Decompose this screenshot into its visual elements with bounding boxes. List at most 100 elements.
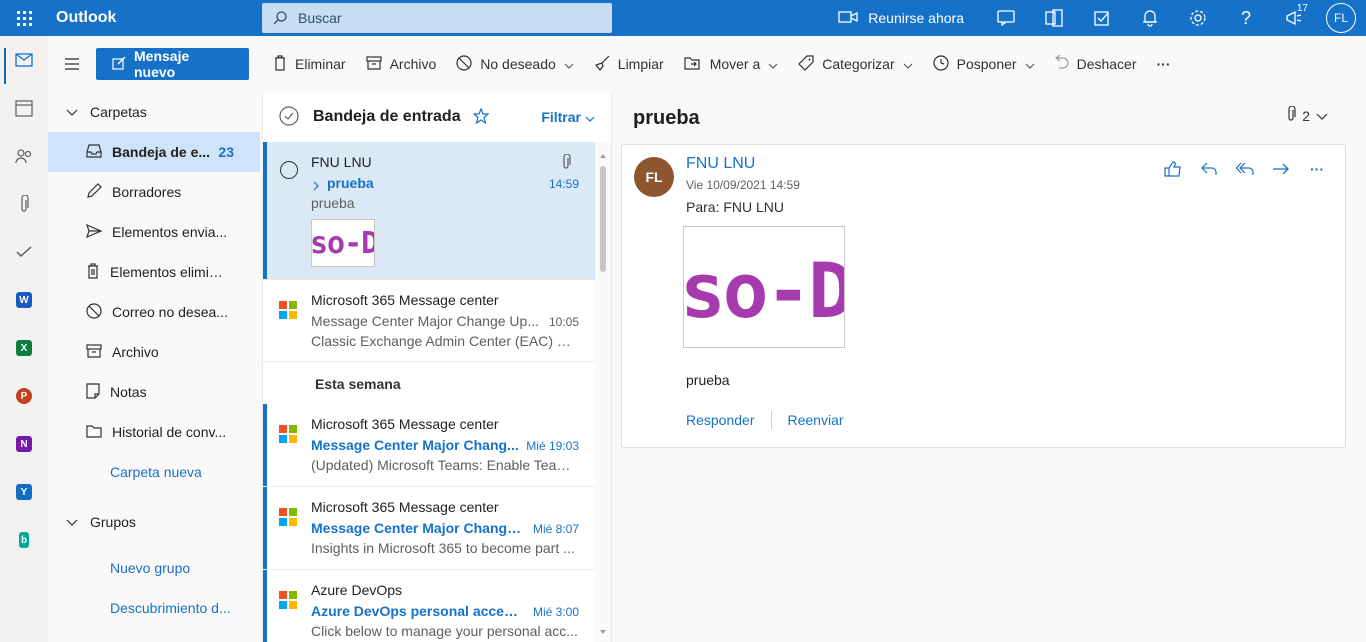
folder-archive[interactable]: Archivo [48,332,262,372]
folder-conversation-history[interactable]: Historial de conv... [48,412,262,452]
discover-groups-label: Descubrimiento d... [110,600,231,616]
office-icon[interactable] [1030,0,1078,36]
scroll-up-icon[interactable] [599,146,607,162]
search-input[interactable]: Buscar [262,3,612,33]
like-icon[interactable] [1163,159,1183,179]
attachment-count[interactable]: 2 [1286,105,1328,125]
note-icon [86,382,100,402]
snooze-button[interactable]: Posponer [923,48,1045,80]
folder-deleted[interactable]: Elementos elimin... [48,252,262,292]
gear-icon[interactable] [1174,0,1222,36]
chat-icon[interactable] [982,0,1030,36]
message-list-scrollbar[interactable] [595,142,611,642]
trash-icon [86,262,100,282]
forward-button[interactable]: Reenviar [788,412,844,428]
forward-icon[interactable] [1271,159,1291,179]
reply-icon[interactable] [1199,159,1219,179]
bookings-app-icon[interactable]: b [0,516,48,564]
excel-app-icon[interactable]: X [0,324,48,372]
new-message-button[interactable]: Mensaje nuevo [96,48,249,80]
reply-button[interactable]: Responder [686,412,755,428]
chevron-down-icon [768,56,778,72]
folder-notes[interactable]: Notas [48,372,262,412]
message-item[interactable]: Microsoft 365 Message center Message Cen… [263,404,595,487]
folder-drafts[interactable]: Borradores [48,172,262,212]
message-item[interactable]: FNU LNU prueba 14:59 prueba so-D [263,142,595,280]
todo-icon[interactable] [1078,0,1126,36]
folders-section-title: Carpetas [90,104,147,120]
folder-sent[interactable]: Elementos envia... [48,212,262,252]
archive-icon [86,343,102,361]
groups-section-header[interactable]: Grupos [48,502,262,542]
message-subject: Message Center Major Chang... [311,437,519,453]
undo-button[interactable]: Deshacer [1045,48,1147,80]
inline-image-text: so-D [683,246,845,335]
folder-inbox[interactable]: Bandeja de e... 23 [48,132,260,172]
move-to-button[interactable]: Mover a [674,48,789,80]
chevron-down-icon [1025,56,1035,72]
discover-groups-link[interactable]: Descubrimiento d... [48,588,262,628]
reply-all-icon[interactable] [1235,159,1255,179]
mail-app-icon[interactable] [0,36,48,84]
message-item[interactable]: Microsoft 365 Message center Message Cen… [263,280,595,362]
meet-now-button[interactable]: Reunirse ahora [838,10,964,27]
new-folder-link[interactable]: Carpeta nueva [48,452,262,492]
delete-button[interactable]: Eliminar [263,48,356,80]
message-sender: Microsoft 365 Message center [311,292,499,308]
undo-icon [1054,54,1069,74]
junk-button[interactable]: No deseado [446,48,584,80]
more-actions-icon[interactable]: ··· [1307,159,1327,179]
snooze-label: Posponer [956,56,1017,72]
star-icon[interactable] [472,106,490,127]
scrollbar-thumb[interactable] [600,166,606,272]
categorize-button[interactable]: Categorizar [788,48,922,80]
block-icon [86,302,102,322]
folder-label: Bandeja de e... [112,144,211,160]
folder-junk[interactable]: Correo no desea... [48,292,262,332]
message-time: 14:59 [548,177,579,191]
app-title[interactable]: Outlook [48,9,262,27]
message-time: 10:05 [548,315,579,329]
message-subject-heading: prueba [633,107,700,129]
people-app-icon[interactable] [0,132,48,180]
microsoft-logo-icon [279,591,297,609]
word-app-icon[interactable]: W [0,276,48,324]
folder-label: Archivo [112,344,159,360]
folder-label: Elementos elimin... [110,264,228,280]
help-icon[interactable]: ? [1222,0,1270,36]
move-to-label: Mover a [709,56,761,72]
message-subject: prueba [327,175,374,191]
powerpoint-app-icon[interactable]: P [0,372,48,420]
scroll-down-icon[interactable] [599,622,607,638]
folder-label: Elementos envia... [112,224,228,240]
select-radio[interactable] [280,161,298,179]
archive-button[interactable]: Archivo [356,48,447,80]
filter-button[interactable]: Filtrar [541,109,595,125]
calendar-app-icon[interactable] [0,84,48,132]
new-group-link[interactable]: Nuevo grupo [48,548,262,588]
message-item[interactable]: Microsoft 365 Message center Message Cen… [263,487,595,570]
more-options-button[interactable]: ··· [1147,48,1181,80]
sender-avatar[interactable]: FL [634,157,674,197]
chevron-down-icon [1316,108,1328,124]
sweep-button[interactable]: Limpiar [584,48,674,80]
yammer-app-icon[interactable]: Y [0,468,48,516]
app-launcher-icon[interactable] [0,0,48,36]
files-app-icon[interactable] [0,180,48,228]
inline-image[interactable]: so-D [683,226,845,348]
folder-label: Borradores [112,184,182,200]
clock-icon [933,54,949,74]
todo-app-icon[interactable] [0,228,48,276]
folders-section-header[interactable]: Carpetas [48,92,262,132]
onenote-app-icon[interactable]: N [0,420,48,468]
message-time: Mié 19:03 [526,439,579,453]
bell-icon[interactable] [1126,0,1174,36]
tag-icon [798,54,814,74]
sender-name[interactable]: FNU LNU [686,155,755,173]
user-avatar[interactable]: FL [1326,3,1356,33]
select-all-checkbox[interactable] [279,105,299,129]
attachment-thumbnail[interactable]: so-D [311,219,375,267]
hamburger-menu-icon[interactable] [48,58,96,70]
megaphone-icon[interactable]: 17 [1270,0,1318,36]
message-item[interactable]: Azure DevOps Azure DevOps personal acces… [263,570,595,642]
